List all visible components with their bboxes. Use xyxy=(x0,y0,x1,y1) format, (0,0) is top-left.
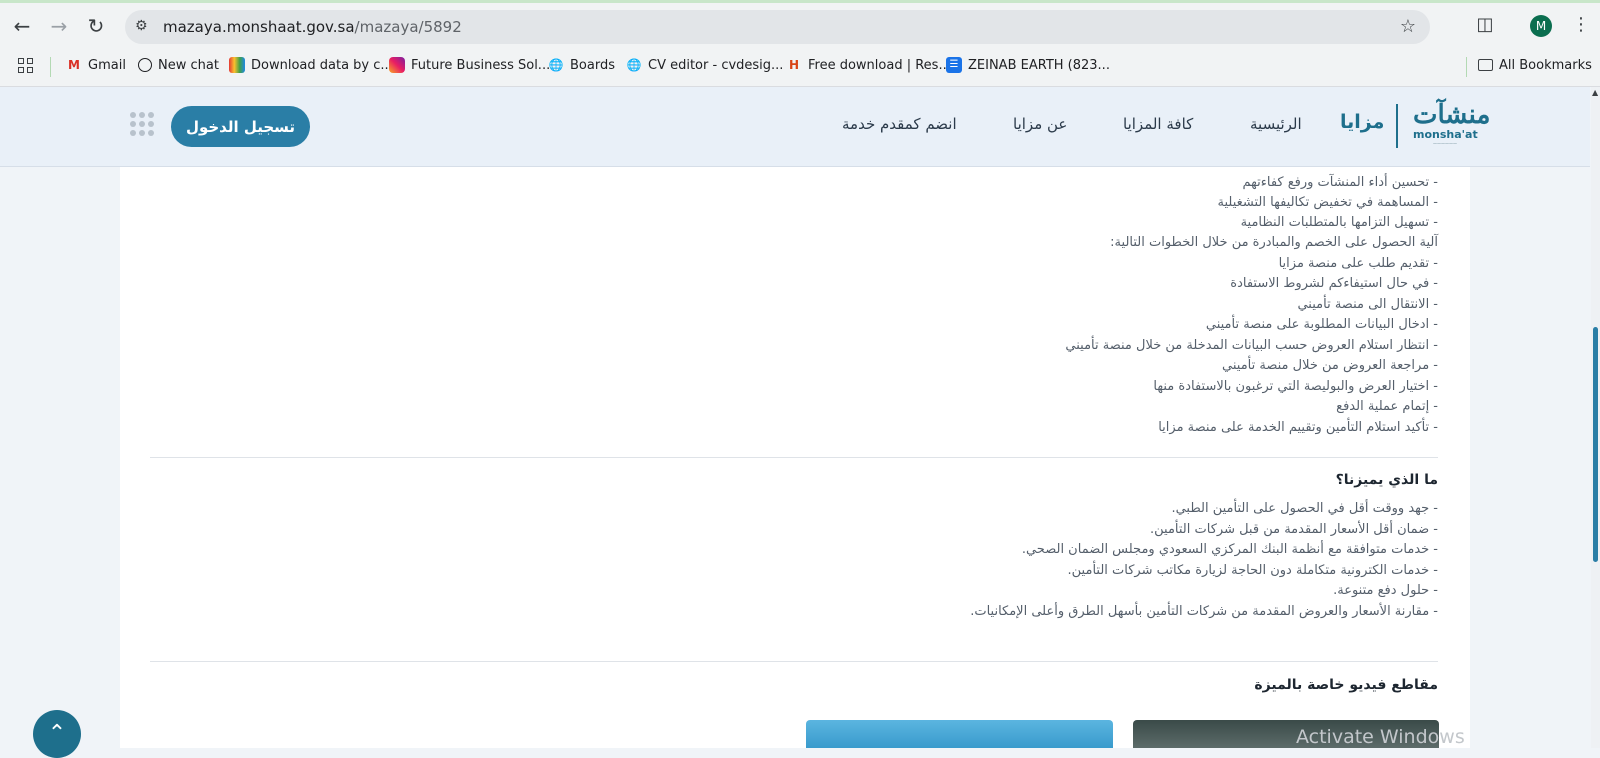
logo-arabic: منشآت xyxy=(1413,100,1491,130)
scroll-up-arrow-icon[interactable]: ▲ xyxy=(1592,88,1598,97)
list-item: - تقديم طلب على منصة مزايا xyxy=(1278,256,1438,271)
bookmark-label: ZEINAB EARTH (823... xyxy=(968,57,1110,73)
list-item: - المساهمة في تخفيض تكاليفها التشغيلية xyxy=(1217,195,1438,210)
scrollbar-thumb[interactable] xyxy=(1593,327,1598,562)
section-divider xyxy=(150,661,1438,662)
nav-about[interactable]: عن مزايا xyxy=(1013,115,1067,133)
list-item: - خدمات متوافقة مع أنظمة البنك المركزي ا… xyxy=(1021,542,1438,557)
list-item: - الانتقال الى منصة تأميني xyxy=(1297,297,1438,312)
list-item: - تأكيد استلام التأمين وتقييم الخدمة على… xyxy=(1158,420,1438,435)
login-button[interactable]: تسجيل الدخول xyxy=(171,106,310,147)
section-heading-features: ما الذي يميزنا؟ xyxy=(1335,472,1438,488)
bookmark-gmail[interactable]: M Gmail xyxy=(66,55,126,75)
url-path: /mazaya/5892 xyxy=(354,18,462,36)
back-icon[interactable]: ← xyxy=(10,14,34,38)
list-item: - في حال استيفاءكم لشروط الاستفادة xyxy=(1230,276,1438,291)
url-domain: mazaya.monshaat.gov.sa xyxy=(163,18,355,36)
list-item: - جهد ووقت أقل في الحصول على التأمين الط… xyxy=(1171,501,1438,516)
folder-icon xyxy=(1478,59,1493,71)
colorful-grid-icon xyxy=(229,57,245,73)
forward-icon[interactable]: → xyxy=(47,14,71,38)
list-item: - تحسين أداء المنشآت ورفع كفاءتهم xyxy=(1242,175,1438,190)
back-to-top-chevron-icon[interactable]: ⌃ xyxy=(33,710,81,758)
reload-icon[interactable]: ↻ xyxy=(84,14,108,38)
app-launcher-dots-icon[interactable] xyxy=(130,112,154,136)
globe-icon: 🌐 xyxy=(548,58,564,72)
list-item: - ادخال البيانات المطلوبة على منصة تأمين… xyxy=(1205,317,1438,332)
list-item: - مراجعة العروض من خلال منصة تأميني xyxy=(1222,358,1438,373)
list-item: - اختيار العرض والبوليصة التي ترغبون بال… xyxy=(1153,379,1438,394)
bookmark-label: Boards xyxy=(570,57,615,73)
page-scrollbar[interactable] xyxy=(1591,87,1600,748)
mazaya-brand-link[interactable]: مزايا xyxy=(1340,111,1384,133)
bookmark-free-download[interactable]: H Free download | Res... xyxy=(786,55,951,75)
bookmark-boards[interactable]: 🌐 Boards xyxy=(548,55,615,75)
bookmark-download-data[interactable]: Download data by c... xyxy=(229,55,393,75)
section-divider xyxy=(150,457,1438,458)
logo-divider xyxy=(1396,104,1398,148)
monshaat-logo[interactable]: منشآت monsha'at —————— xyxy=(1413,100,1491,151)
bookmark-new-chat[interactable]: New chat xyxy=(138,55,219,75)
list-item: - حلول دفع متنوعة. xyxy=(1333,583,1438,598)
list-item: - انتظار استلام العروض حسب البيانات المد… xyxy=(1065,338,1438,353)
nav-all-benefits[interactable]: كافة المزايا xyxy=(1123,115,1193,133)
tab-strip xyxy=(0,0,1600,3)
resume-site-icon: H xyxy=(788,58,800,72)
bookmark-label: Gmail xyxy=(88,57,126,73)
list-item: آلية الحصول على الخصم والمبادرة من خلال … xyxy=(1110,235,1438,250)
list-item: - مقارنة الأسعار والعروض المقدمة من شركا… xyxy=(970,604,1438,619)
logo-tagline: —————— xyxy=(1433,141,1457,146)
bookmark-star-icon[interactable]: ☆ xyxy=(1400,16,1416,37)
nav-join-provider[interactable]: انضم كمقدم خدمة xyxy=(842,115,957,133)
logo-english: monsha'at xyxy=(1413,128,1478,141)
bookmark-cv-editor[interactable]: 🌐 CV editor - cvdesig... xyxy=(626,55,784,75)
address-bar[interactable]: ⚙ mazaya.monshaat.gov.sa/mazaya/5892 ☆ xyxy=(125,10,1430,44)
activate-windows-watermark: Activate Windows xyxy=(1296,726,1465,748)
globe-icon: 🌐 xyxy=(626,58,642,72)
bookmark-label: CV editor - cvdesig... xyxy=(648,57,784,73)
list-item: - إتمام عملية الدفع xyxy=(1336,399,1438,414)
bookmark-label: Future Business Sol... xyxy=(411,57,551,73)
list-item: - ضمان أقل الأسعار المقدمة من قبل شركات … xyxy=(1150,522,1438,537)
all-bookmarks[interactable]: All Bookmarks xyxy=(1478,55,1592,75)
bookmark-label: Download data by c... xyxy=(251,57,393,73)
bookmark-zeinab-earth[interactable]: ☰ ZEINAB EARTH (823... xyxy=(946,55,1110,75)
list-item: - خدمات الكترونية متكاملة دون الحاجة لزي… xyxy=(1067,563,1438,578)
list-item: - تسهيل التزامها بالمتطلبات النظامية xyxy=(1240,215,1438,230)
site-info-icon[interactable]: ⚙ xyxy=(135,18,148,34)
apps-icon[interactable] xyxy=(18,58,34,74)
section-heading-videos: مقاطع فيديو خاصة بالميزة xyxy=(1254,677,1438,693)
instagram-icon xyxy=(389,57,405,73)
bookmark-label: Free download | Res... xyxy=(808,57,951,73)
nav-home[interactable]: الرئيسية xyxy=(1250,115,1302,133)
bookmark-future-business[interactable]: Future Business Sol... xyxy=(389,55,550,75)
docs-icon: ☰ xyxy=(946,57,962,73)
benefit-details: - تحسين أداء المنشآت ورفع كفاءتهم - المس… xyxy=(120,167,1470,748)
bookmark-separator xyxy=(1466,57,1467,77)
extensions-icon[interactable]: ◫ xyxy=(1474,14,1496,36)
url-text[interactable]: mazaya.monshaat.gov.sa/mazaya/5892 xyxy=(163,18,462,36)
video-thumbnail[interactable] xyxy=(806,720,1113,748)
profile-avatar[interactable]: M xyxy=(1530,15,1552,37)
all-bookmarks-label: All Bookmarks xyxy=(1499,57,1592,73)
browser-menu-icon[interactable]: ⋮ xyxy=(1572,14,1590,35)
gmail-icon: M xyxy=(68,58,80,72)
chatgpt-icon xyxy=(138,58,152,72)
bookmark-separator xyxy=(50,57,51,77)
bookmark-label: New chat xyxy=(158,57,219,73)
